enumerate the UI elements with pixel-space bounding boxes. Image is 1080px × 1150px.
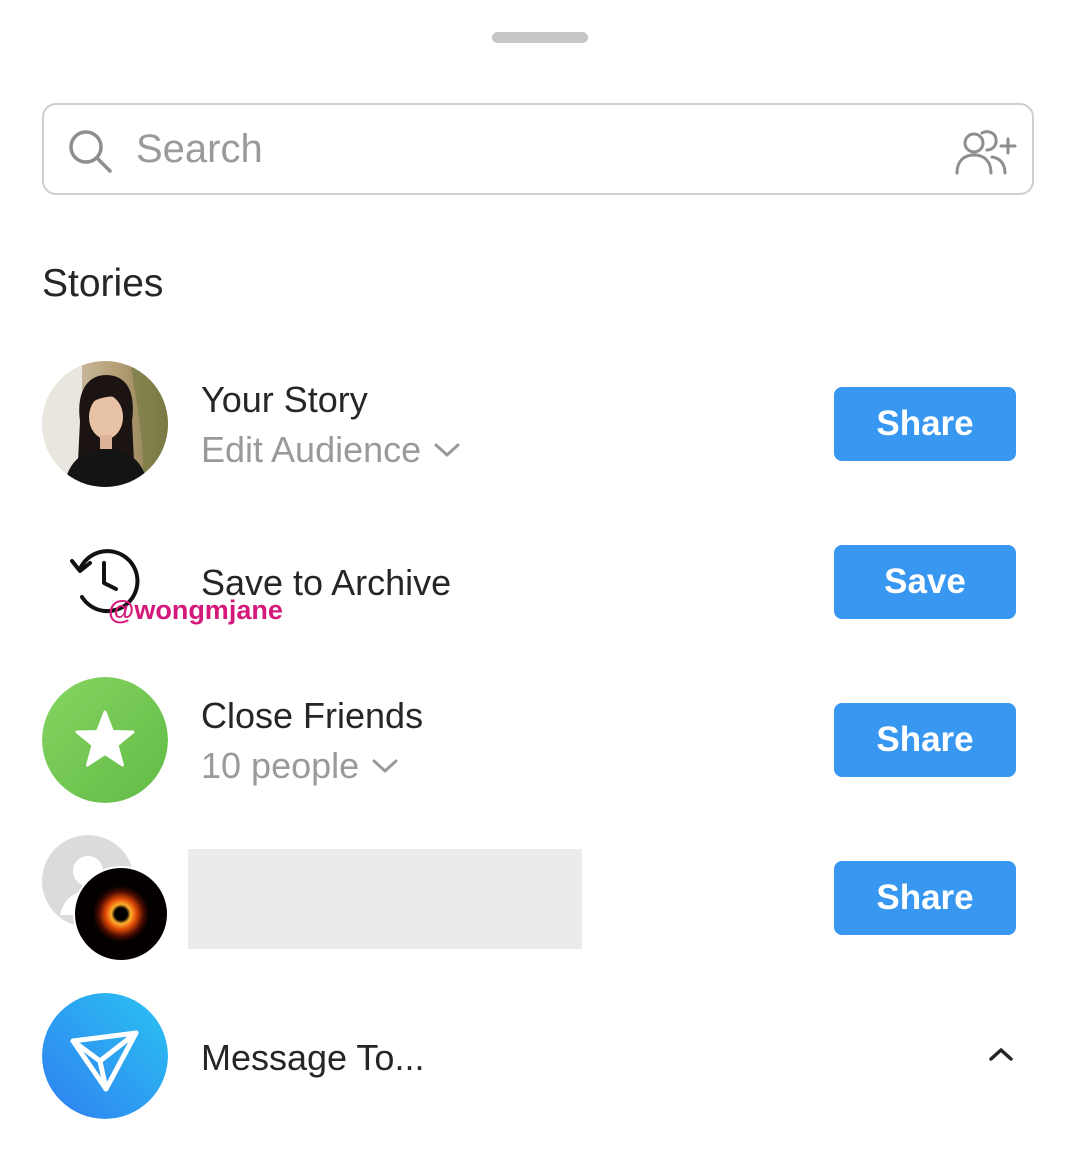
people-count-dropdown[interactable]: 10 people bbox=[201, 744, 399, 788]
edit-audience-label: Edit Audience bbox=[201, 429, 422, 470]
message-to-row[interactable]: Message To... bbox=[0, 993, 1080, 1119]
close-friends-avatar bbox=[42, 677, 168, 803]
close-friends-row[interactable]: Close Friends 10 people Share bbox=[0, 677, 1080, 803]
close-friends-badge bbox=[42, 677, 168, 803]
chevron-down-icon bbox=[372, 759, 398, 773]
search-bar[interactable] bbox=[42, 103, 1034, 195]
profile-photo bbox=[42, 361, 168, 487]
add-people-icon[interactable] bbox=[954, 127, 1020, 177]
search-input[interactable] bbox=[136, 119, 916, 179]
chevron-down-icon bbox=[434, 443, 460, 457]
your-story-row[interactable]: Your Story Edit Audience Share bbox=[0, 361, 1080, 487]
profile-avatar[interactable] bbox=[42, 361, 168, 487]
edit-audience-dropdown[interactable]: Edit Audience bbox=[201, 428, 461, 472]
watermark-text: @wongmjane bbox=[108, 595, 283, 625]
chevron-up-icon[interactable] bbox=[986, 1044, 1016, 1064]
close-friends-title: Close Friends bbox=[201, 695, 424, 736]
group-story-row[interactable]: Share bbox=[0, 835, 1080, 965]
message-badge bbox=[42, 993, 168, 1119]
save-button[interactable]: Save bbox=[834, 545, 1016, 619]
group-avatars bbox=[42, 835, 168, 961]
your-story-share-button[interactable]: Share bbox=[834, 387, 1016, 461]
people-count-label: 10 people bbox=[201, 745, 360, 786]
search-icon bbox=[69, 130, 112, 173]
your-story-text: Your Story Edit Audience bbox=[201, 378, 461, 472]
message-avatar bbox=[42, 993, 168, 1119]
close-friends-share-button[interactable]: Share bbox=[834, 703, 1016, 777]
section-title: Stories bbox=[42, 262, 164, 305]
close-friends-text: Close Friends 10 people bbox=[201, 694, 423, 788]
message-to-title: Message To... bbox=[201, 1037, 425, 1078]
drag-handle[interactable] bbox=[492, 32, 588, 43]
group-share-button[interactable]: Share bbox=[834, 861, 1016, 935]
your-story-title: Your Story bbox=[201, 379, 368, 420]
share-sheet: Stories bbox=[0, 0, 1080, 1150]
group-name-placeholder bbox=[188, 849, 582, 949]
